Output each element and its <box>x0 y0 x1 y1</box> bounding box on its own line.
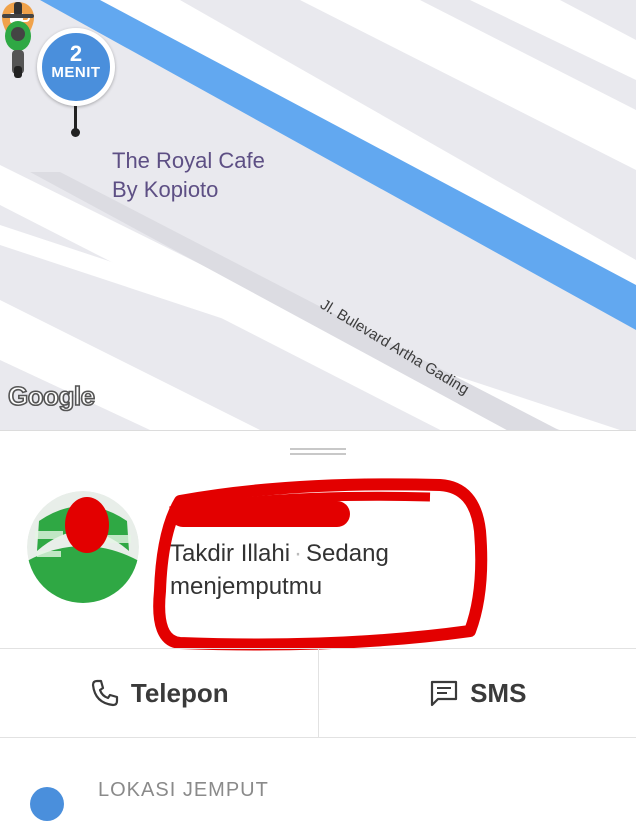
drag-handle[interactable] <box>290 448 346 455</box>
sms-button[interactable]: SMS <box>318 649 636 737</box>
info-separator: · <box>294 540 302 567</box>
poi-name-line2: By Kopioto <box>112 175 265 204</box>
sms-label: SMS <box>470 678 526 709</box>
pickup-label: LOKASI JEMPUT <box>98 779 269 802</box>
google-logo: Google <box>8 381 95 412</box>
call-button[interactable]: Telepon <box>0 649 318 737</box>
poi-label[interactable]: The Royal Cafe By Kopioto <box>112 146 265 204</box>
driver-avatar[interactable] <box>27 491 139 603</box>
eta-marker: 2 MENIT <box>37 28 115 106</box>
call-label: Telepon <box>131 678 229 709</box>
pin-stem <box>74 106 77 130</box>
message-icon <box>428 677 460 709</box>
pin-dot <box>71 128 80 137</box>
eta-number: 2 <box>42 43 110 65</box>
map-view[interactable]: 2 MENIT The Royal Cafe By Kopioto Jl. Bu… <box>0 0 636 430</box>
eta-unit: MENIT <box>42 65 110 81</box>
poi-name-line1: The Royal Cafe <box>112 146 265 175</box>
phone-icon <box>89 677 121 709</box>
motorbike-driver-icon <box>0 0 36 80</box>
driver-label: Takdir Illahi <box>170 540 290 567</box>
pickup-marker-icon <box>30 787 64 821</box>
driver-info: Takdir Illahi·Sedang menjemputmu <box>170 537 480 603</box>
driver-sheet: F Takdir Illahi·Sedang menjemputmu Telep… <box>0 430 636 796</box>
driver-name: F <box>170 501 350 527</box>
action-bar: Telepon SMS <box>0 648 636 738</box>
